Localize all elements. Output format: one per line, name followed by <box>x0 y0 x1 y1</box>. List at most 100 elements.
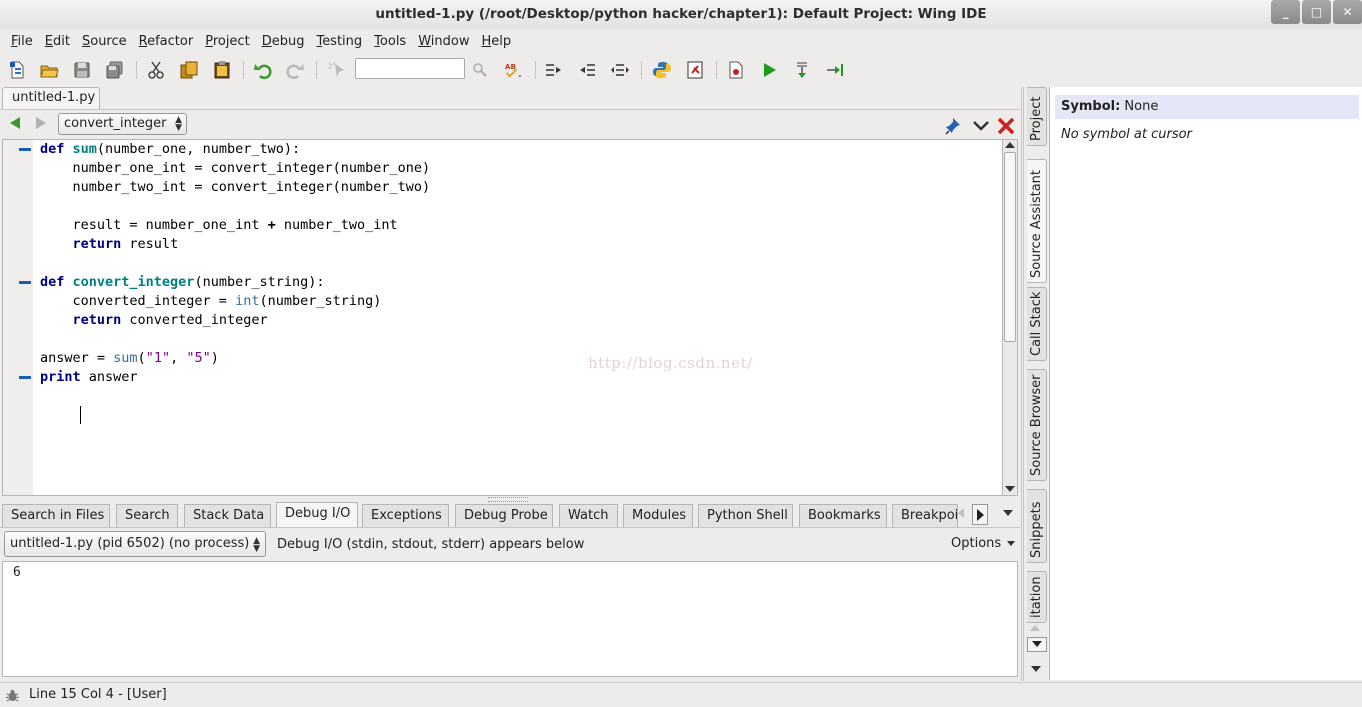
tab-bookmarks[interactable]: Bookmarks <box>799 504 887 527</box>
open-folder-icon[interactable] <box>39 60 59 80</box>
side-tabs-scroll-down-icon[interactable] <box>1027 637 1047 652</box>
code-line: number_one_int = convert_integer(number_… <box>40 159 431 178</box>
tabs-menu-icon[interactable] <box>1003 510 1013 516</box>
toolbar-search-input[interactable] <box>355 58 465 79</box>
window-title: untitled-1.py (/root/Desktop/python hack… <box>375 6 987 22</box>
text-caret <box>80 406 81 424</box>
save-all-icon[interactable] <box>105 60 125 80</box>
menu-refactor[interactable]: Refactor <box>133 30 200 53</box>
step-out-icon[interactable] <box>825 60 845 80</box>
pin-icon[interactable] <box>944 116 964 136</box>
menu-window[interactable]: Window <box>412 30 475 53</box>
fold-marker-icon[interactable] <box>19 281 31 284</box>
toolbar-separator <box>641 61 642 79</box>
outdent-icon[interactable] <box>577 60 597 80</box>
maximize-button[interactable]: □ <box>1302 0 1331 24</box>
debug-io-output[interactable]: 6 <box>2 561 1018 677</box>
tab-exceptions[interactable]: Exceptions <box>362 504 449 527</box>
menu-edit[interactable]: Edit <box>39 30 76 53</box>
fold-marker-icon[interactable] <box>19 148 31 151</box>
panel-splitter-handle[interactable] <box>488 497 528 502</box>
new-debug-icon[interactable] <box>726 60 746 80</box>
code-line <box>40 406 430 425</box>
minimize-button[interactable]: _ <box>1271 0 1300 24</box>
menu-project[interactable]: Project <box>199 30 256 53</box>
scroll-up-icon[interactable] <box>1005 142 1015 148</box>
tab-debug-probe[interactable]: Debug Probe <box>455 504 553 527</box>
menu-testing[interactable]: Testing <box>310 30 368 53</box>
code-token: result = number_one_int <box>40 217 268 233</box>
side-tab-project[interactable]: Project <box>1027 87 1047 146</box>
code-token: ) <box>210 350 219 366</box>
step-into-icon[interactable] <box>792 60 812 80</box>
side-tab-call-stack[interactable]: Call Stack <box>1027 287 1047 361</box>
code-token: converted_integer = <box>40 293 236 309</box>
side-tab-snippets[interactable]: Snippets <box>1027 489 1047 563</box>
menu-tools[interactable]: Tools <box>368 30 412 53</box>
code-line: print answer <box>40 368 430 387</box>
symbol-selector[interactable]: convert_integer ▲ ▼ <box>58 113 187 135</box>
tab-search-in-files[interactable]: Search in Files <box>2 504 110 527</box>
menu-help[interactable]: Help <box>475 30 517 53</box>
side-tab-source-assistant[interactable]: Source Assistant <box>1027 159 1047 283</box>
code-token: sum <box>113 350 138 366</box>
menu-debug[interactable]: Debug <box>256 30 311 53</box>
side-tabs-menu-icon[interactable] <box>1031 666 1041 672</box>
tab-stack-data[interactable]: Stack Data <box>184 504 271 527</box>
python-icon[interactable] <box>652 60 672 80</box>
undo-icon[interactable] <box>253 60 273 80</box>
copy-icon[interactable] <box>179 60 199 80</box>
forward-arrow-icon[interactable] <box>36 117 46 129</box>
tab-watch[interactable]: Watch <box>559 504 618 527</box>
file-tab-untitled-1[interactable]: untitled-1.py <box>2 87 100 109</box>
cut-icon[interactable] <box>146 60 166 80</box>
indent-toggle-icon[interactable] <box>610 60 630 80</box>
options-button[interactable]: Options <box>951 536 1016 551</box>
bug-icon[interactable] <box>5 688 20 707</box>
code-token: + <box>267 217 276 233</box>
process-selector[interactable]: untitled-1.py (pid 6502) (no process) ▲ ▼ <box>4 531 266 557</box>
save-icon[interactable] <box>72 60 92 80</box>
redo-icon[interactable] <box>285 60 305 80</box>
code-token: (number_string) <box>259 293 382 309</box>
tab-breakpoints[interactable]: Breakpoi <box>892 504 958 527</box>
code-token: answer = <box>40 350 114 366</box>
spell-check-icon[interactable]: AB <box>504 60 524 80</box>
side-tab-documentation[interactable]: itation <box>1027 571 1047 623</box>
tabs-scroll-right-icon[interactable] <box>972 504 988 525</box>
code-token: result <box>121 236 179 252</box>
editor-gutter[interactable] <box>3 140 33 495</box>
tab-modules[interactable]: Modules <box>623 504 693 527</box>
indent-icon[interactable] <box>544 60 564 80</box>
chevron-down-icon[interactable] <box>971 116 991 136</box>
editor-vertical-scrollbar[interactable] <box>1003 139 1018 496</box>
menu-file[interactable]: File <box>5 30 39 53</box>
panel-vertical-splitter[interactable] <box>1021 87 1024 681</box>
tabs-scroll-left-icon[interactable] <box>958 508 964 518</box>
search-icon[interactable] <box>470 60 490 80</box>
options-label: Options <box>951 536 1002 551</box>
scroll-down-icon[interactable] <box>1005 486 1015 492</box>
side-tabs-scroll-up-icon[interactable] <box>1030 625 1040 631</box>
pointer-icon[interactable] <box>326 60 346 80</box>
spell-check-letters: AB <box>505 62 517 71</box>
close-icon[interactable] <box>996 116 1016 136</box>
run-icon[interactable] <box>759 60 779 80</box>
tab-debug-io[interactable]: Debug I/O <box>276 502 358 527</box>
code-token: def <box>40 141 73 157</box>
tab-python-shell[interactable]: Python Shell <box>698 504 793 527</box>
code-editor[interactable]: def sum(number_one, number_two): number_… <box>2 139 1003 496</box>
fold-marker-icon[interactable] <box>19 376 31 379</box>
scrollbar-thumb[interactable] <box>1004 152 1016 342</box>
dropdown-triangle-icon <box>1007 541 1016 546</box>
close-file-icon[interactable] <box>685 60 705 80</box>
editor-toolbar: convert_integer ▲ ▼ <box>0 109 1020 138</box>
tab-search[interactable]: Search <box>116 504 178 527</box>
paste-icon[interactable] <box>212 60 232 80</box>
new-file-icon[interactable] <box>7 60 27 80</box>
code-token: number_one_int = convert_integer(number_… <box>40 160 431 176</box>
side-tab-source-browser[interactable]: Source Browser <box>1027 369 1047 481</box>
close-window-button[interactable]: ✕ <box>1333 0 1362 24</box>
menu-source[interactable]: Source <box>76 30 133 53</box>
back-arrow-icon[interactable] <box>10 117 20 129</box>
